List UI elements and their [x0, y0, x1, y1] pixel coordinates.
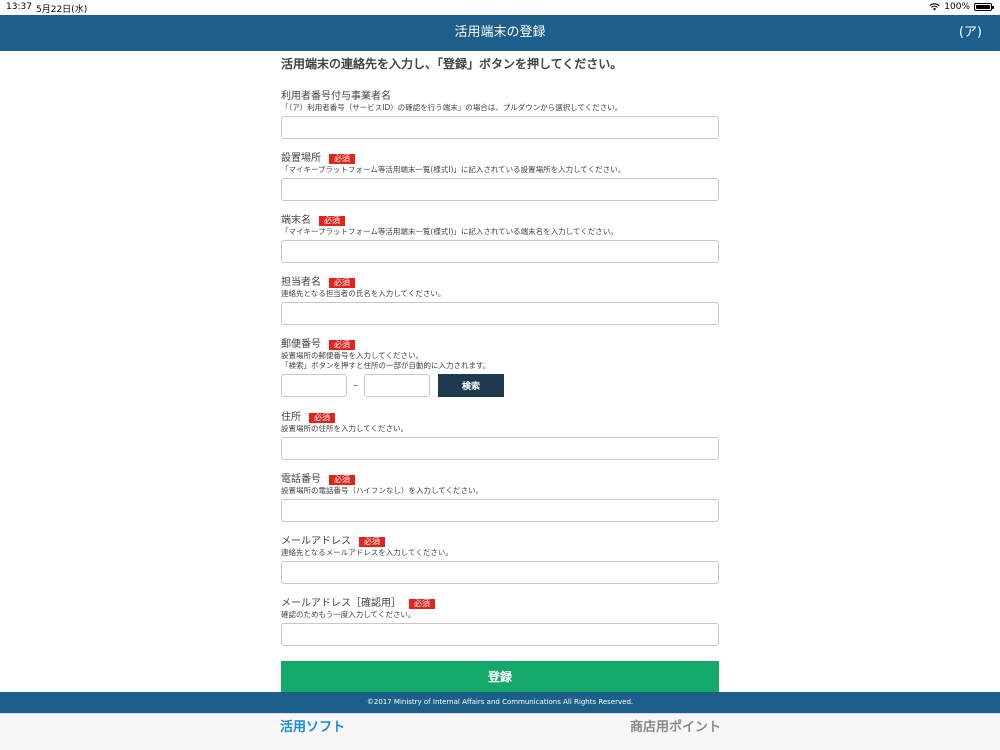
field-label: 郵便番号	[281, 339, 321, 350]
field-email: メールアドレス 必須 連絡先となるメールアドレスを入力してください。	[281, 536, 719, 584]
field-label: メールアドレス［確認用］	[281, 598, 401, 609]
required-badge: 必須	[329, 340, 355, 350]
form-instruction: 活用端末の連絡先を入力し、「登録」ボタンを押してください。	[281, 57, 623, 71]
field-help: 「マイキープラットフォーム等活用端末一覧(様式Ⅰ)」に記入されている端末名を入力…	[281, 227, 618, 236]
tab-shoten-point[interactable]: 商店用ポイント	[630, 716, 721, 735]
footer-copyright: ©2017 Ministry of Internal Affairs and C…	[0, 692, 1000, 713]
header-right-button[interactable]: (ア)	[959, 15, 982, 51]
required-badge: 必須	[409, 599, 435, 609]
field-label: 端末名	[281, 215, 311, 226]
field-terminal-name: 端末名 必須 「マイキープラットフォーム等活用端末一覧(様式Ⅰ)」に記入されている…	[281, 215, 719, 263]
location-input[interactable]	[281, 178, 719, 201]
status-bar: 13:37 5月22日(水) 100%	[0, 0, 1000, 15]
wifi-icon	[929, 3, 940, 11]
field-help: 設置場所の郵便番号を入力してください。	[281, 351, 424, 360]
status-date: 5月22日(水)	[36, 5, 88, 15]
field-help-search: 「検索」ボタンを押すと住所の一部が自動的に入力されます。	[281, 361, 491, 370]
required-badge: 必須	[309, 413, 335, 423]
address-input[interactable]	[281, 437, 719, 460]
battery-icon	[974, 3, 994, 11]
field-operator-name: 利用者番号付与事業者名 「（ア）利用者番号（サービスID）の確認を行う端末」の場…	[281, 91, 719, 139]
register-button[interactable]: 登録	[281, 661, 719, 692]
field-label: 利用者番号付与事業者名	[281, 91, 391, 102]
postal-dash: –	[353, 380, 358, 391]
terminal-name-input[interactable]	[281, 240, 719, 263]
field-location: 設置場所 必須 「マイキープラットフォーム等活用端末一覧(様式Ⅰ)」に記入されてい…	[281, 153, 719, 201]
field-help: 連絡先となるメールアドレスを入力してください。	[281, 548, 453, 557]
field-label: 設置場所	[281, 153, 321, 164]
field-help: 確認のためもう一度入力してください。	[281, 610, 416, 619]
contact-name-input[interactable]	[281, 302, 719, 325]
status-right: 100%	[929, 2, 994, 12]
field-email-confirm: メールアドレス［確認用］ 必須 確認のためもう一度入力してください。	[281, 598, 719, 646]
field-postal-code: 郵便番号 必須 設置場所の郵便番号を入力してください。 「検索」ボタンを押すと住所…	[281, 339, 719, 397]
required-badge: 必須	[329, 475, 355, 485]
status-time: 13:37	[6, 2, 32, 12]
field-help: 「マイキープラットフォーム等活用端末一覧(様式Ⅰ)」に記入されている設置場所を入…	[281, 165, 626, 174]
field-help: 「（ア）利用者番号（サービスID）の確認を行う端末」の場合は、プルダウンから選択…	[281, 103, 623, 112]
required-badge: 必須	[319, 216, 345, 226]
operator-name-input[interactable]	[281, 116, 719, 139]
battery-percent: 100%	[944, 2, 970, 12]
tab-bar: 活用ソフト 商店用ポイント	[0, 713, 1000, 750]
phone-input[interactable]	[281, 499, 719, 522]
postal-row: – 検索	[281, 374, 719, 397]
required-badge: 必須	[329, 154, 355, 164]
email-confirm-input[interactable]	[281, 623, 719, 646]
field-label: 担当者名	[281, 277, 321, 288]
app-header: 活用端末の登録 (ア)	[0, 15, 1000, 51]
field-help: 設置場所の電話番号（ハイフンなし）を入力してください。	[281, 486, 484, 495]
field-help: 連絡先となる担当者の氏名を入力してください。	[281, 289, 446, 298]
field-help: 設置場所の住所を入力してください。	[281, 424, 409, 433]
required-badge: 必須	[329, 278, 355, 288]
field-label: 電話番号	[281, 474, 321, 485]
field-label: 住所	[281, 412, 301, 423]
postal-code-first-input[interactable]	[281, 374, 347, 397]
field-contact-name: 担当者名 必須 連絡先となる担当者の氏名を入力してください。	[281, 277, 719, 325]
field-label: メールアドレス	[281, 536, 351, 547]
field-address: 住所 必須 設置場所の住所を入力してください。	[281, 412, 719, 460]
email-input[interactable]	[281, 561, 719, 584]
search-button[interactable]: 検索	[438, 374, 504, 397]
tab-katsuyo-soft[interactable]: 活用ソフト	[280, 716, 345, 735]
required-badge: 必須	[359, 537, 385, 547]
registration-form: 活用端末の連絡先を入力し、「登録」ボタンを押してください。 利用者番号付与事業者…	[281, 56, 719, 646]
field-phone: 電話番号 必須 設置場所の電話番号（ハイフンなし）を入力してください。	[281, 474, 719, 522]
page-title: 活用端末の登録	[454, 25, 546, 40]
postal-code-second-input[interactable]	[364, 374, 430, 397]
